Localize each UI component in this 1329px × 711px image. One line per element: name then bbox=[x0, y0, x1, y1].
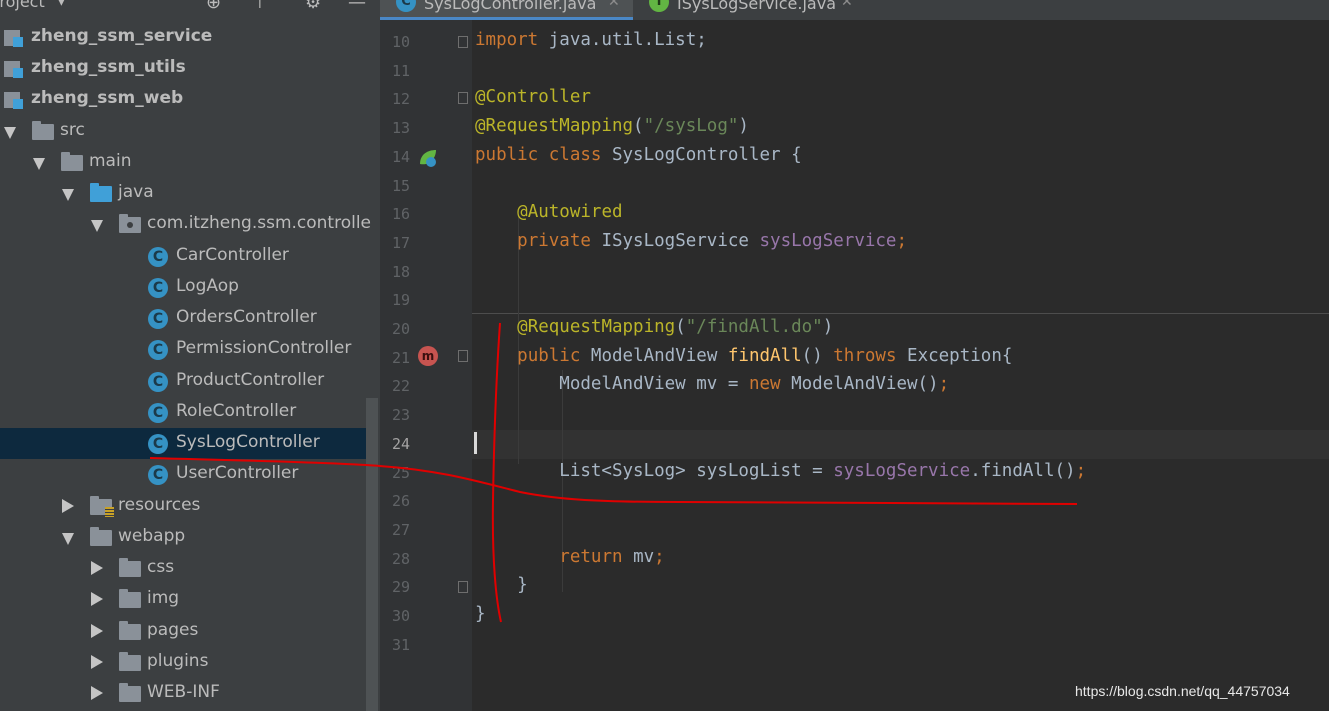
annotation-overlay bbox=[149, 322, 1078, 623]
red-underline-mark bbox=[149, 457, 1078, 505]
red-bracket-mark bbox=[491, 322, 502, 623]
